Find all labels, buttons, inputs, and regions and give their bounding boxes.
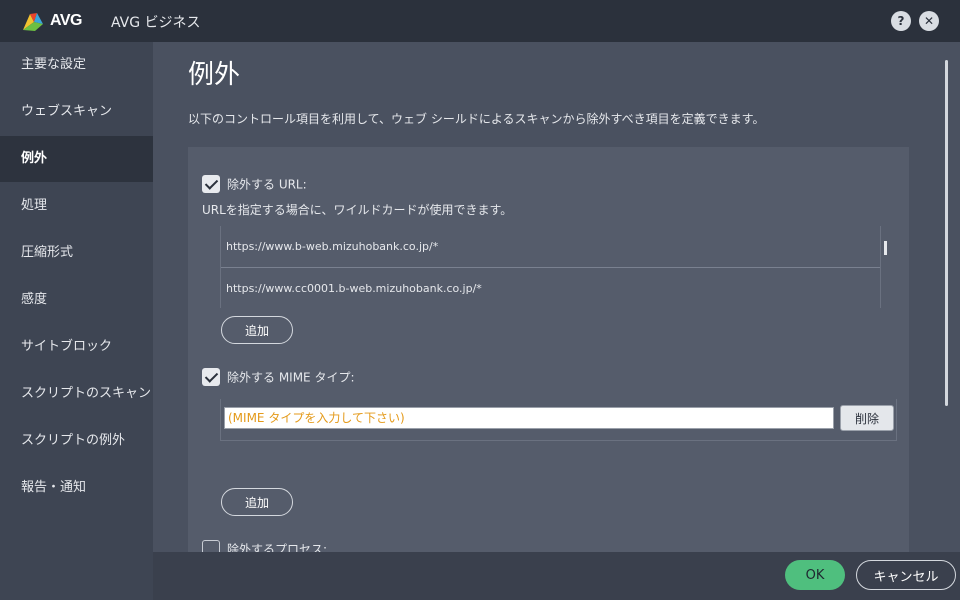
checkbox-checked-icon[interactable] [202, 175, 220, 193]
main-scrollbar[interactable] [945, 60, 948, 406]
brand-name: AVG [50, 12, 82, 29]
exclude-url-checkbox[interactable]: 除外する URL: [202, 175, 307, 193]
exclude-url-label: 除外する URL: [227, 177, 307, 192]
close-icon[interactable]: ✕ [919, 11, 939, 31]
checkbox-unchecked-icon[interactable] [202, 540, 220, 552]
add-url-button[interactable]: 追加 [221, 316, 293, 344]
sidebar-item-reports[interactable]: 報告・通知 [0, 465, 153, 511]
exclude-mime-checkbox[interactable]: 除外する MIME タイプ: [202, 368, 355, 386]
url-list[interactable]: https://www.b-web.mizuhobank.co.jp/* htt… [220, 226, 881, 308]
mime-type-input[interactable] [224, 407, 834, 429]
mime-entry-row: 削除 [220, 399, 897, 441]
avg-logo-icon [23, 13, 43, 31]
sidebar-item-web-scan[interactable]: ウェブスキャン [0, 89, 153, 135]
exclude-mime-label: 除外する MIME タイプ: [227, 370, 355, 385]
app-title: AVG ビジネス [111, 15, 201, 31]
checkbox-checked-icon[interactable] [202, 368, 220, 386]
sidebar-item-archives[interactable]: 圧縮形式 [0, 230, 153, 276]
sidebar-item-exceptions[interactable]: 例外 [0, 136, 153, 182]
page-title: 例外 [188, 60, 241, 90]
cancel-button[interactable]: キャンセル [856, 560, 956, 590]
sidebar-item-script-exceptions[interactable]: スクリプトの例外 [0, 418, 153, 464]
footer: OK キャンセル [153, 552, 960, 600]
sidebar-item-actions[interactable]: 処理 [0, 183, 153, 229]
title-bar: AVG AVG ビジネス ? ✕ [0, 0, 960, 42]
sidebar-item-script-scan[interactable]: スクリプトのスキャン [0, 371, 153, 417]
help-icon[interactable]: ? [891, 11, 911, 31]
add-mime-button[interactable]: 追加 [221, 488, 293, 516]
ok-button[interactable]: OK [785, 560, 845, 590]
sidebar-item-sensitivity[interactable]: 感度 [0, 277, 153, 323]
sidebar-item-main-settings[interactable]: 主要な設定 [0, 42, 153, 88]
exclude-process-checkbox[interactable]: 除外するプロセス: [202, 540, 327, 552]
exclude-process-label: 除外するプロセス: [227, 542, 328, 553]
page-description: 以下のコントロール項目を利用して、ウェブ シールドによるスキャンから除外すべき項… [188, 112, 765, 126]
exceptions-panel: 除外する URL: URLを指定する場合に、ワイルドカードが使用できます。 ht… [188, 147, 909, 552]
delete-mime-button[interactable]: 削除 [840, 405, 894, 431]
url-list-scrollbar[interactable] [884, 241, 887, 255]
wildcard-hint: URLを指定する場合に、ワイルドカードが使用できます。 [202, 203, 513, 217]
sidebar-item-site-block[interactable]: サイトブロック [0, 324, 153, 370]
main-content: 例外 以下のコントロール項目を利用して、ウェブ シールドによるスキャンから除外す… [153, 42, 960, 552]
list-item[interactable]: https://www.b-web.mizuhobank.co.jp/* [221, 226, 880, 268]
sidebar: 主要な設定 ウェブスキャン 例外 処理 圧縮形式 感度 サイトブロック スクリプ… [0, 42, 153, 600]
list-item[interactable]: https://www.cc0001.b-web.mizuhobank.co.j… [221, 268, 880, 310]
